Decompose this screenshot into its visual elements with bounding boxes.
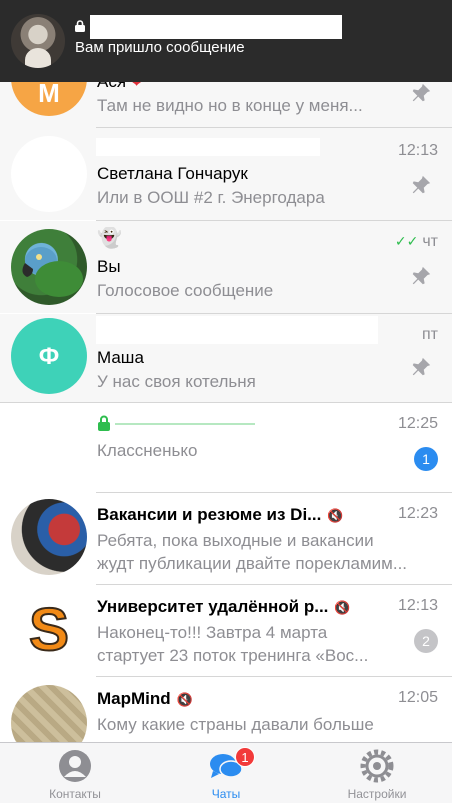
chat-preview: Или в ООШ #2 г. Энергодара [97, 188, 325, 207]
lock-icon [75, 20, 85, 35]
chat-row-university[interactable]: S Университет удалённой р... 🔇 Наконец-то… [0, 585, 452, 676]
avatar [11, 499, 87, 575]
redacted-block [112, 409, 262, 423]
mute-icon: 🔇 [327, 507, 344, 523]
chat-list: М Ася ❤ Там не видно но в конце у меня..… [0, 0, 452, 742]
avatar: Ф [11, 318, 87, 394]
chat-row-vy[interactable]: 👻 Вы Голосовое сообщение ✓✓ чт [0, 221, 452, 313]
chat-title: Вы [97, 257, 121, 276]
chat-preview-line1: Наконец-то!!! Завтра 4 марта [97, 623, 328, 642]
chat-preview-line2: стартует 23 поток тренинга «Вос... [97, 646, 369, 665]
chat-row-svetlana[interactable]: Светлана Гончарук Или в ООШ #2 г. Энерго… [0, 128, 452, 220]
muted-unread-badge: 2 [414, 629, 438, 653]
avatar [11, 229, 87, 305]
secret-lock-icon [97, 415, 111, 431]
chat-row-masha[interactable]: Ф Маша У нас своя котельня пт [0, 314, 452, 402]
notification-banner[interactable]: Вам пришло сообщение [0, 0, 452, 82]
avatar [11, 136, 87, 212]
redacted-sender [90, 15, 342, 39]
avatar [11, 409, 87, 485]
chat-time: 12:25 [397, 415, 438, 432]
redacted-block [96, 316, 378, 344]
tab-contacts-label: Контакты [49, 787, 101, 801]
chat-time: ✓✓ чт [395, 233, 438, 251]
tab-bar: Контакты 1 Чаты Настройки [0, 742, 452, 803]
chat-preview-line2: жудт публикации двайте порекламим... [97, 554, 408, 573]
chat-time: пт [422, 326, 438, 343]
chat-title-text: MapMind [97, 689, 171, 708]
avatar [11, 685, 87, 742]
avatar-letter: Ф [38, 343, 60, 370]
pin-icon [410, 356, 432, 378]
chat-row-vacancies[interactable]: Вакансии и резюме из Di... 🔇 Ребята, пока… [0, 493, 452, 584]
read-check-icon: ✓✓ [394, 233, 419, 249]
avatar: S [11, 591, 87, 667]
chat-title: Вакансии и резюме из Di... 🔇 [97, 505, 377, 525]
pin-icon [410, 174, 432, 196]
avatar-letter: М [38, 78, 60, 108]
chat-preview: Там не видно но в конце у меня... [97, 96, 363, 115]
avatar-letter: S [28, 595, 70, 664]
mute-icon: 🔇 [334, 599, 351, 615]
contacts-icon [58, 749, 92, 783]
tab-contacts[interactable]: Контакты [0, 743, 150, 803]
chat-time: 12:05 [397, 689, 438, 706]
parrot-image [22, 247, 83, 297]
chat-title: Светлана Гончарук [97, 164, 248, 183]
pin-icon [410, 265, 432, 287]
chat-title: Университет удалённой р... 🔇 [97, 597, 377, 617]
tab-chats-label: Чаты [211, 787, 241, 801]
gear-icon [360, 749, 394, 783]
chat-title-text: Университет удалённой р... [97, 597, 329, 616]
chat-time-text: чт [422, 233, 438, 250]
chat-title: MapMind 🔇 [97, 689, 193, 709]
chat-preview-line1: Ребята, пока выходные и вакансии [97, 531, 374, 550]
chat-row-secret[interactable]: Классненько 12:25 1 [0, 403, 452, 492]
chat-title-text: Вакансии и резюме из Di... [97, 505, 322, 524]
chat-preview: У нас своя котельня [97, 372, 256, 391]
tab-chats[interactable]: 1 Чаты [151, 743, 301, 803]
tab-settings-label: Настройки [347, 787, 407, 801]
chat-row-mapmind[interactable]: MapMind 🔇 Кому какие страны давали больше… [0, 677, 452, 742]
tab-chats-badge: 1 [235, 747, 255, 767]
ghost-emoji: 👻 [97, 227, 122, 249]
chat-time: 12:23 [397, 505, 438, 522]
unread-badge: 1 [414, 447, 438, 471]
mute-icon: 🔇 [176, 691, 193, 707]
chat-preview-line1: Кому какие страны давали больше [97, 715, 374, 734]
notification-avatar [11, 14, 65, 68]
notification-message: Вам пришло сообщение [75, 39, 245, 56]
redacted-block [96, 138, 320, 156]
pin-icon [410, 82, 432, 104]
tab-settings[interactable]: Настройки [302, 743, 452, 803]
chat-preview: Голосовое сообщение [97, 281, 274, 300]
chat-time: 12:13 [397, 597, 438, 614]
chat-time: 12:13 [397, 142, 438, 159]
chat-title: Маша [97, 348, 144, 367]
chat-preview: Классненько [97, 441, 198, 460]
